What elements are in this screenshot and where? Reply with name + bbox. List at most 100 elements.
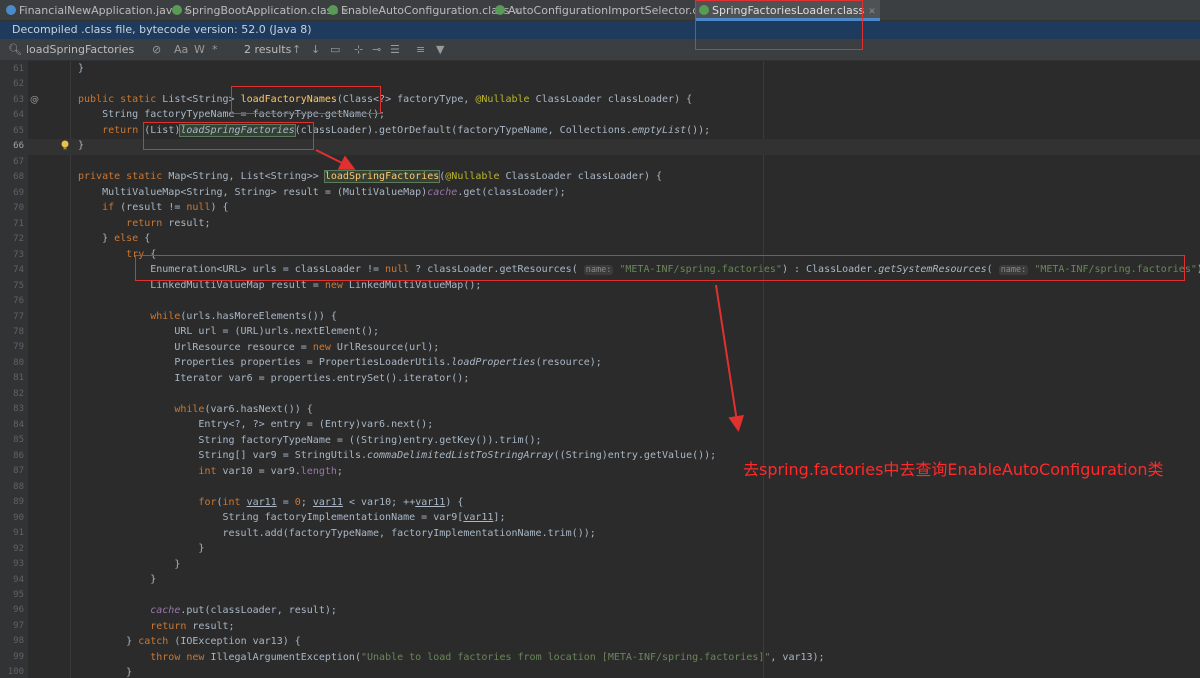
- code-line: } catch (IOException var13) {: [78, 636, 301, 647]
- results-count: 2 results: [244, 43, 292, 56]
- remove-occurrence-icon[interactable]: ⊸: [372, 39, 381, 61]
- code-line: while(var6.hasNext()) {: [174, 404, 313, 415]
- code-line: Iterator var6 = properties.entrySet().it…: [78, 373, 470, 384]
- code-line: }: [78, 63, 85, 74]
- line-number: 94: [13, 574, 24, 585]
- line-number: 89: [13, 497, 24, 508]
- line-number: 72: [13, 234, 24, 245]
- string-literal: "Unable to load factories from location …: [360, 652, 771, 663]
- code-line: Entry<?, ?> entry = (Entry)var6.next();: [78, 419, 434, 430]
- class-file-icon: [172, 5, 182, 15]
- code-line: if (result != null) {: [102, 202, 229, 213]
- code-line: }: [78, 559, 181, 570]
- line-number: 100: [7, 667, 24, 678]
- line-number: 88: [13, 481, 24, 492]
- code-line: MultiValueMap<String, String> result = (…: [78, 187, 566, 198]
- code-editor[interactable]: 61 62 63 64 65 66 67 68 69 70 71 72 73 74 75 76 77 78 79 80…: [0, 61, 1200, 678]
- class-file-icon: [495, 5, 505, 15]
- line-number: 66: [13, 141, 24, 152]
- code-line: public static List<String> loadFactoryNa…: [78, 94, 693, 105]
- line-number: 97: [13, 620, 24, 631]
- line-number: 74: [13, 265, 24, 276]
- line-number-gutter: [0, 61, 28, 678]
- line-number: 78: [13, 326, 24, 337]
- filter-icon[interactable]: ▼: [436, 39, 444, 61]
- code-line: String factoryImplementationName = var9[…: [78, 512, 506, 523]
- line-number: 95: [13, 589, 24, 600]
- override-marker-icon[interactable]: @: [30, 95, 39, 105]
- search-icon[interactable]: 🔍︎: [8, 39, 22, 61]
- line-number: 92: [13, 543, 24, 554]
- line-number: 82: [13, 388, 24, 399]
- search-input[interactable]: loadSpringFactories: [26, 39, 134, 61]
- java-file-icon: [6, 5, 16, 15]
- line-number: 61: [13, 64, 24, 74]
- annotation-note: 去spring.factories中去查询EnableAutoConfigura…: [743, 460, 1164, 479]
- line-number: 76: [13, 296, 24, 307]
- line-number: 77: [13, 311, 24, 322]
- line-number: 63: [13, 94, 24, 105]
- code-line: URL url = (URL)urls.nextElement();: [78, 326, 380, 337]
- line-number: 87: [13, 466, 24, 477]
- tab-label: FinancialNewApplication.java: [19, 4, 180, 17]
- tab-label: SpringBootApplication.class: [185, 4, 339, 17]
- editor-tab-bar: FinancialNewApplication.java ✕ SpringBoot…: [0, 0, 1200, 21]
- annotation-box-get-resources-line: [135, 255, 1185, 281]
- match-case-toggle[interactable]: Aa: [174, 39, 188, 61]
- find-bar: 🔍︎ loadSpringFactories ⊘ Aa W * 2 result…: [0, 39, 1200, 61]
- line-number: 90: [13, 512, 24, 523]
- tab-label: EnableAutoConfiguration.class: [341, 4, 510, 17]
- line-number: 98: [13, 636, 24, 647]
- code-line: }: [78, 140, 85, 151]
- code-line: private static Map<String, List<String>>…: [78, 170, 663, 183]
- tab-label: AutoConfigurationImportSelector.class: [508, 4, 720, 17]
- line-number: 65: [13, 125, 24, 136]
- line-number: 62: [13, 79, 24, 90]
- class-file-icon: [328, 5, 338, 15]
- code-line: for(int var11 = 0; var11 < var10; ++var1…: [198, 497, 464, 508]
- in-selection-icon[interactable]: ≡: [416, 39, 425, 61]
- line-number: 96: [13, 605, 24, 616]
- tab-financial-new-application[interactable]: FinancialNewApplication.java ✕: [6, 0, 191, 21]
- annotation-box-active-tab: [695, 0, 863, 50]
- regex-toggle[interactable]: *: [212, 39, 218, 61]
- next-occurrence-icon[interactable]: ↓: [311, 39, 320, 61]
- code-line: result.add(factoryTypeName, factoryImple…: [78, 528, 596, 539]
- code-line: while(urls.hasMoreElements()) {: [150, 311, 337, 322]
- code-line: throw new IllegalArgumentException("Unab…: [150, 652, 825, 663]
- line-number: 81: [13, 373, 24, 384]
- code-line: }: [78, 667, 133, 678]
- line-number: 67: [13, 156, 24, 167]
- add-occurrence-icon[interactable]: ⊹: [354, 39, 363, 61]
- line-number: 91: [13, 528, 24, 539]
- whole-word-toggle[interactable]: W: [194, 39, 205, 61]
- filter-results-icon[interactable]: ▭: [330, 39, 340, 61]
- line-number: 86: [13, 450, 24, 461]
- clear-search-icon[interactable]: ⊘: [152, 39, 161, 61]
- code-line: } else {: [78, 233, 151, 244]
- line-number: 71: [13, 218, 24, 229]
- code-line: String factoryTypeName = ((String)entry.…: [78, 435, 542, 446]
- tab-spring-boot-application[interactable]: SpringBootApplication.class ✕: [172, 0, 350, 21]
- line-number: 99: [13, 651, 24, 662]
- code-line: LinkedMultiValueMap result = new LinkedM…: [78, 280, 482, 291]
- code-line: int var10 = var9.length;: [198, 466, 343, 477]
- line-number: 69: [13, 187, 24, 198]
- annotation-box-load-factory-names: [231, 86, 381, 114]
- decompiled-banner: Decompiled .class file, bytecode version…: [0, 21, 1200, 39]
- close-icon[interactable]: ✕: [868, 7, 876, 17]
- code-line: cache.put(classLoader, result);: [150, 605, 337, 616]
- line-number: 68: [13, 172, 24, 183]
- lightbulb-icon[interactable]: [60, 140, 70, 150]
- line-number: 79: [13, 342, 24, 353]
- select-all-occurrences-icon[interactable]: ☰: [390, 39, 400, 61]
- previous-occurrence-icon[interactable]: ↑: [292, 39, 301, 61]
- line-number: 64: [13, 110, 24, 121]
- line-number: 70: [13, 203, 24, 214]
- code-line: String[] var9 = StringUtils.commaDelimit…: [78, 450, 717, 461]
- line-number: 75: [13, 280, 24, 291]
- line-number: 73: [13, 249, 24, 260]
- tab-enable-auto-configuration[interactable]: EnableAutoConfiguration.class ✕: [328, 0, 521, 21]
- line-number: 85: [13, 435, 24, 446]
- code-line: }: [78, 543, 205, 554]
